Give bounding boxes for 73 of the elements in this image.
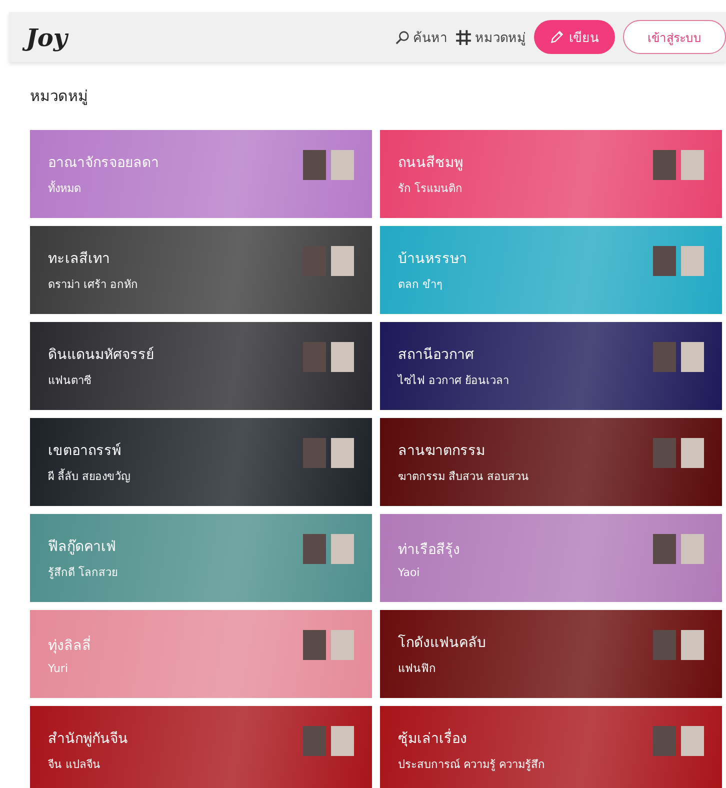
category-card[interactable]: ทะเลสีเทา ดราม่า เศร้า อกหัก bbox=[30, 226, 372, 314]
cover-thumbnail[interactable] bbox=[681, 534, 704, 564]
cover-thumbnail[interactable] bbox=[303, 150, 326, 180]
category-tags: Yaoi bbox=[398, 566, 460, 578]
category-tags: รู้สึกดี โลกสวย bbox=[48, 563, 118, 581]
cover-thumbnail[interactable] bbox=[681, 630, 704, 660]
pencil-icon bbox=[550, 30, 564, 44]
cover-thumbnail[interactable] bbox=[331, 630, 354, 660]
page-title: หมวดหมู่ bbox=[30, 86, 89, 107]
category-tags: แฟนตาซี bbox=[48, 371, 154, 389]
cover-thumbnail[interactable] bbox=[303, 726, 326, 756]
cover-thumbnail[interactable] bbox=[653, 150, 676, 180]
cover-thumbnail[interactable] bbox=[303, 534, 326, 564]
cover-thumbnail[interactable] bbox=[331, 246, 354, 276]
category-title: ดินแดนมหัศจรรย์ bbox=[48, 346, 154, 365]
category-card[interactable]: สำนักพู่กันจีน จีน แปลจีน bbox=[30, 706, 372, 788]
cover-thumbnail[interactable] bbox=[653, 342, 676, 372]
cover-thumbnail[interactable] bbox=[303, 438, 326, 468]
cover-thumbnail[interactable] bbox=[331, 150, 354, 180]
category-tags: ประสบการณ์ ความรู้ ความรู้สึก bbox=[398, 755, 545, 773]
category-tags: ทั้งหมด bbox=[48, 179, 159, 197]
category-card[interactable]: ซุ้มเล่าเรื่อง ประสบการณ์ ความรู้ ความรู้สึก bbox=[380, 706, 722, 788]
category-card[interactable]: โกดังแฟนคลับ แฟนฟิก bbox=[380, 610, 722, 698]
category-title: สถานีอวกาศ bbox=[398, 346, 475, 365]
cover-thumbnail[interactable] bbox=[331, 438, 354, 468]
cover-thumbnail[interactable] bbox=[681, 726, 704, 756]
cover-thumbnail[interactable] bbox=[331, 534, 354, 564]
cover-thumbnail[interactable] bbox=[681, 150, 704, 180]
category-card[interactable]: สถานีอวกาศ ไซไฟ อวกาศ ย้อนเวลา bbox=[380, 322, 722, 410]
login-button[interactable]: เข้าสู่ระบบ bbox=[623, 20, 726, 54]
category-tags: แฟนฟิก bbox=[398, 659, 486, 677]
cover-thumbnail[interactable] bbox=[303, 630, 326, 660]
cover-thumbnail[interactable] bbox=[331, 342, 354, 372]
category-title: ท่าเรือสีรุ้ง bbox=[398, 540, 460, 560]
category-tags: รัก โรแมนติก bbox=[398, 179, 463, 197]
cover-thumbnail[interactable] bbox=[653, 630, 676, 660]
category-tags: ฆาตกรรม สืบสวน สอบสวน bbox=[398, 467, 529, 485]
categories-link[interactable]: หมวดหมู่ bbox=[455, 26, 526, 48]
category-tags: ดราม่า เศร้า อกหัก bbox=[48, 275, 138, 293]
category-card[interactable]: ลานฆาตกรรม ฆาตกรรม สืบสวน สอบสวน bbox=[380, 418, 722, 506]
cover-thumbnail[interactable] bbox=[653, 726, 676, 756]
category-title: ซุ้มเล่าเรื่อง bbox=[398, 727, 545, 749]
search-icon bbox=[395, 30, 410, 44]
category-tags: ไซไฟ อวกาศ ย้อนเวลา bbox=[398, 371, 509, 389]
category-card[interactable]: ดินแดนมหัศจรรย์ แฟนตาซี bbox=[30, 322, 372, 410]
category-tags: จีน แปลจีน bbox=[48, 755, 128, 773]
category-title: อาณาจักรจอยลดา bbox=[48, 154, 159, 173]
category-tags: ผี ลี้ลับ สยองขวัญ bbox=[48, 467, 130, 485]
cover-thumbnail[interactable] bbox=[331, 726, 354, 756]
cover-thumbnail[interactable] bbox=[303, 342, 326, 372]
search-link[interactable]: ค้นหา bbox=[395, 26, 447, 48]
category-title: ทะเลสีเทา bbox=[48, 250, 111, 269]
category-card[interactable]: เขตอาถรรพ์ ผี ลี้ลับ สยองขวัญ bbox=[30, 418, 372, 506]
category-title: เขตอาถรรพ์ bbox=[48, 442, 122, 461]
write-button[interactable]: เขียน bbox=[534, 20, 615, 54]
category-tags: Yuri bbox=[48, 662, 91, 674]
cover-thumbnail[interactable] bbox=[681, 438, 704, 468]
category-tags: ตลก ขำๆ bbox=[398, 275, 467, 293]
category-title: สำนักพู่กันจีน bbox=[48, 730, 128, 749]
cover-thumbnail[interactable] bbox=[681, 246, 704, 276]
category-title: ทุ่งลิลลี่ bbox=[48, 634, 91, 656]
cover-thumbnail[interactable] bbox=[681, 342, 704, 372]
cover-thumbnail[interactable] bbox=[653, 246, 676, 276]
cover-thumbnail[interactable] bbox=[653, 438, 676, 468]
category-card[interactable]: ฟีลกู๊ดคาเฟ่ รู้สึกดี โลกสวย bbox=[30, 514, 372, 602]
hash-icon bbox=[455, 28, 472, 46]
category-card[interactable]: ถนนสีชมพู รัก โรแมนติก bbox=[380, 130, 722, 218]
category-title: โกดังแฟนคลับ bbox=[398, 634, 486, 653]
category-title: ฟีลกู๊ดคาเฟ่ bbox=[48, 538, 117, 557]
category-title: บ้านหรรษา bbox=[398, 250, 467, 269]
cover-thumbnail[interactable] bbox=[653, 534, 676, 564]
category-title: ถนนสีชมพู bbox=[398, 154, 463, 173]
category-title: ลานฆาตกรรม bbox=[398, 442, 486, 461]
